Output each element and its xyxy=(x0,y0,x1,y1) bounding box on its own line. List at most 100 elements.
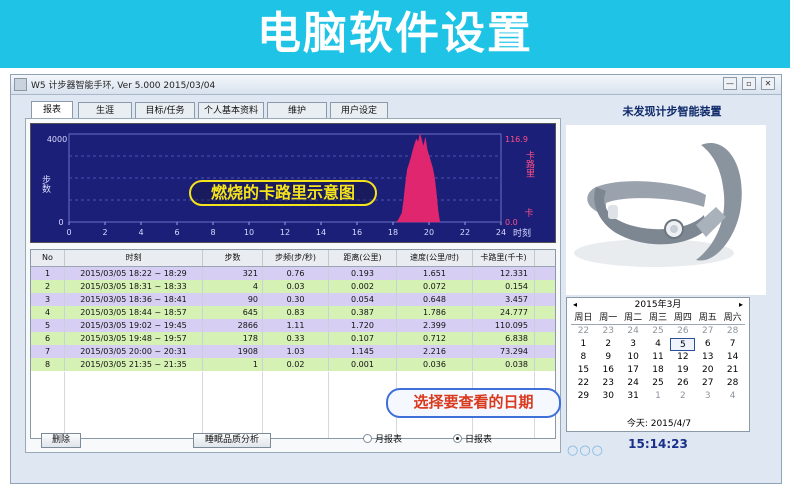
x-tick-label: 0 xyxy=(66,228,71,237)
calendar-today[interactable]: 今天: 2015/4/7 xyxy=(567,416,751,429)
calendar-day[interactable]: 25 xyxy=(646,377,671,390)
title-bar: W5 计步器智能手环, Ver 5.000 2015/03/04 — ▫ ✕ xyxy=(11,75,781,95)
minimize-button[interactable]: — xyxy=(723,77,737,90)
calendar-next-icon[interactable]: ▸ xyxy=(735,298,747,312)
calendar-day[interactable]: 24 xyxy=(621,325,646,338)
restore-button[interactable]: ▫ xyxy=(742,77,756,90)
banner-title: 电脑软件设置 xyxy=(257,8,533,59)
calendar-day[interactable]: 3 xyxy=(695,390,720,403)
y-right-tick-label: 116.9 xyxy=(505,135,528,144)
table-cell: 73.294 xyxy=(473,345,535,358)
calendar-day[interactable]: 12 xyxy=(670,351,695,364)
calendar-day[interactable]: 8 xyxy=(571,351,596,364)
tab-user-settings[interactable]: 用户设定 xyxy=(330,102,388,119)
calendar-day[interactable]: 16 xyxy=(596,364,621,377)
calendar-day[interactable]: 10 xyxy=(621,351,646,364)
calendar-weekday: 周一 xyxy=(595,312,621,325)
table-cell: 178 xyxy=(203,332,263,345)
table-cell: 2015/03/05 18:36 ~ 18:41 xyxy=(65,293,203,306)
calendar-day[interactable]: 22 xyxy=(571,325,596,338)
calendar-day[interactable]: 30 xyxy=(596,390,621,403)
table-cell: 4 xyxy=(31,306,65,319)
table-row[interactable]: 4 2015/03/05 18:44 ~ 18:57 645 0.83 0.387 1.7… xyxy=(31,306,555,319)
calendar-day[interactable]: 4 xyxy=(720,390,745,403)
table-cell: 1.145 xyxy=(329,345,397,358)
delete-button[interactable]: 删除 xyxy=(41,433,81,448)
calendar-day[interactable]: 15 xyxy=(571,364,596,377)
table-cell: 2.216 xyxy=(397,345,473,358)
calendar-day[interactable]: 29 xyxy=(571,390,596,403)
wristband-image xyxy=(566,125,766,295)
calendar-day[interactable]: 28 xyxy=(720,325,745,338)
calendar-day[interactable]: 4 xyxy=(646,338,671,351)
calendar-prev-icon[interactable]: ◂ xyxy=(569,298,581,312)
tab-profile[interactable]: 个人基本资料 xyxy=(198,102,264,119)
table-cell: 12.331 xyxy=(473,267,535,280)
calendar-day[interactable]: 24 xyxy=(621,377,646,390)
calendar-day[interactable]: 26 xyxy=(670,377,695,390)
calendar-day[interactable]: 11 xyxy=(646,351,671,364)
calendar-day[interactable]: 27 xyxy=(695,377,720,390)
table-cell: 0.154 xyxy=(473,280,535,293)
monthly-report-radio[interactable]: 月报表 xyxy=(363,434,402,446)
calendar-day[interactable]: 3 xyxy=(621,338,646,351)
calendar-day[interactable]: 1 xyxy=(571,338,596,351)
calendar-weekday: 周六 xyxy=(720,312,745,325)
calendar-day[interactable]: 26 xyxy=(670,325,695,338)
tab-career[interactable]: 生涯 xyxy=(78,102,132,119)
calendar-weekday: 周日 xyxy=(571,312,596,325)
header-no[interactable]: No xyxy=(31,250,65,266)
table-row[interactable]: 7 2015/03/05 20:00 ~ 20:31 1908 1.03 1.145 2.… xyxy=(31,345,555,358)
table-cell: 0.76 xyxy=(263,267,329,280)
header-steps[interactable]: 步数 xyxy=(203,250,263,266)
tab-maintenance[interactable]: 维护 xyxy=(267,102,327,119)
app-icon xyxy=(14,78,27,91)
table-cell: 1.720 xyxy=(329,319,397,332)
close-button[interactable]: ✕ xyxy=(761,77,775,90)
calendar-day[interactable]: 5 xyxy=(670,338,696,351)
calendar-day[interactable]: 27 xyxy=(695,325,720,338)
tab-report[interactable]: 报表 xyxy=(31,101,73,119)
calendar-day[interactable]: 2 xyxy=(670,390,695,403)
calendar-day[interactable]: 19 xyxy=(670,364,695,377)
calendar-day[interactable]: 31 xyxy=(621,390,646,403)
header-cadence[interactable]: 步频(步/秒) xyxy=(263,250,329,266)
calendar-day[interactable]: 22 xyxy=(571,377,596,390)
table-row[interactable]: 1 2015/03/05 18:22 ~ 18:29 321 0.76 0.193 1.6… xyxy=(31,267,555,280)
calendar-day[interactable]: 6 xyxy=(695,338,720,351)
device-status: 未发现计步智能装置 xyxy=(622,105,722,118)
table-row[interactable]: 8 2015/03/05 21:35 ~ 21:35 1 0.02 0.001 0.036… xyxy=(31,358,555,371)
calendar-day[interactable]: 14 xyxy=(720,351,745,364)
table-cell: 645 xyxy=(203,306,263,319)
calendar-day[interactable]: 9 xyxy=(596,351,621,364)
header-calories[interactable]: 卡路里(千卡) xyxy=(473,250,535,266)
header-distance[interactable]: 距离(公里) xyxy=(329,250,397,266)
calendar-day[interactable]: 17 xyxy=(621,364,646,377)
calendar-weekday: 周四 xyxy=(670,312,696,325)
table-row[interactable]: 2 2015/03/05 18:31 ~ 18:33 4 0.03 0.002 0.072… xyxy=(31,280,555,293)
daily-report-radio[interactable]: 日报表 xyxy=(453,434,492,446)
sleep-analysis-button[interactable]: 睡眠品质分析 xyxy=(193,433,271,448)
header-speed[interactable]: 速度(公里/时) xyxy=(397,250,473,266)
tab-goals[interactable]: 目标/任务 xyxy=(135,102,195,119)
calendar-day[interactable]: 1 xyxy=(646,390,671,403)
table-cell: 2.399 xyxy=(397,319,473,332)
calendar-day[interactable]: 18 xyxy=(646,364,671,377)
table-row[interactable]: 5 2015/03/05 19:02 ~ 19:45 2866 1.11 1.720 2.… xyxy=(31,319,555,332)
calendar-day[interactable]: 2 xyxy=(596,338,621,351)
radio-monthly-indicator[interactable] xyxy=(363,434,372,443)
calendar-day[interactable]: 25 xyxy=(646,325,671,338)
table-row[interactable]: 6 2015/03/05 19:48 ~ 19:57 178 0.33 0.107 0.7… xyxy=(31,332,555,345)
table-cell: 3 xyxy=(31,293,65,306)
calendar-day[interactable]: 7 xyxy=(720,338,745,351)
calendar-day[interactable]: 28 xyxy=(720,377,745,390)
calendar-day[interactable]: 13 xyxy=(695,351,720,364)
table-cell: 1908 xyxy=(203,345,263,358)
calendar-day[interactable]: 23 xyxy=(596,377,621,390)
radio-daily-indicator[interactable] xyxy=(453,434,462,443)
calendar-day[interactable]: 20 xyxy=(695,364,720,377)
calendar-day[interactable]: 21 xyxy=(720,364,745,377)
table-row[interactable]: 3 2015/03/05 18:36 ~ 18:41 90 0.30 0.054 0.64… xyxy=(31,293,555,306)
header-time[interactable]: 时刻 xyxy=(65,250,203,266)
calendar-day[interactable]: 23 xyxy=(596,325,621,338)
